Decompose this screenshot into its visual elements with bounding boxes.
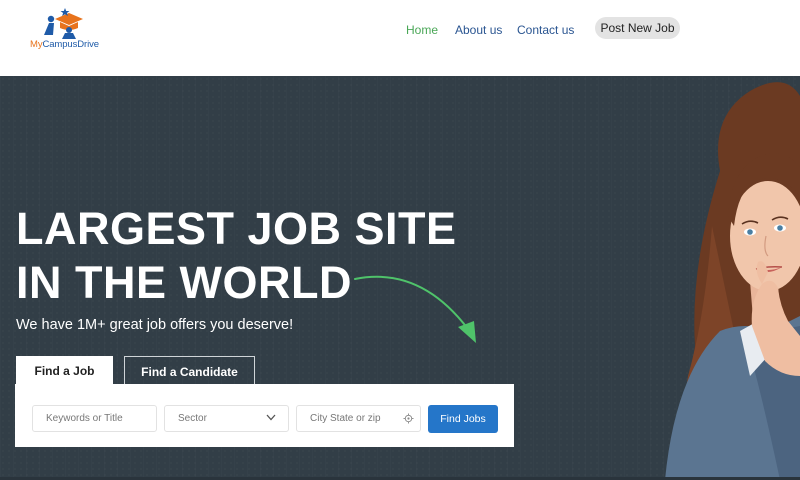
city-input-placeholder: City State or zip	[310, 413, 381, 424]
find-jobs-button[interactable]: Find Jobs	[428, 405, 498, 433]
sector-select[interactable]: Sector	[164, 405, 289, 432]
nav-home-link[interactable]: Home	[406, 23, 438, 37]
curved-arrow-icon	[354, 275, 476, 343]
site-header: MyCampusDrive Home About us Contact us P…	[0, 0, 800, 76]
tab-find-a-candidate[interactable]: Find a Candidate	[124, 356, 255, 386]
city-state-zip-input[interactable]: City State or zip	[296, 405, 421, 432]
location-target-icon[interactable]	[403, 413, 414, 424]
sector-select-value: Sector	[178, 413, 207, 424]
chevron-down-icon	[266, 414, 276, 421]
nav-contact-link[interactable]: Contact us	[517, 23, 574, 37]
hero-subline: We have 1M+ great job offers you deserve…	[16, 317, 294, 333]
post-new-job-button[interactable]: Post New Job	[595, 17, 680, 39]
logo[interactable]: MyCampusDrive	[30, 8, 110, 52]
logo-text: MyCampusDrive	[30, 39, 99, 50]
hero-headline-line1: LARGEST JOB SITE	[16, 203, 457, 254]
hero-woman-image	[665, 82, 800, 480]
logo-graduate-icon	[44, 8, 83, 39]
job-search-panel: Keywords or Title Sector City State or z…	[15, 384, 514, 447]
logo-text-campus: Campus	[42, 39, 78, 50]
keywords-input[interactable]: Keywords or Title	[32, 405, 157, 432]
logo-text-my: My	[30, 39, 43, 50]
logo-text-drive: Drive	[77, 39, 99, 50]
nav-about-link[interactable]: About us	[455, 23, 502, 37]
